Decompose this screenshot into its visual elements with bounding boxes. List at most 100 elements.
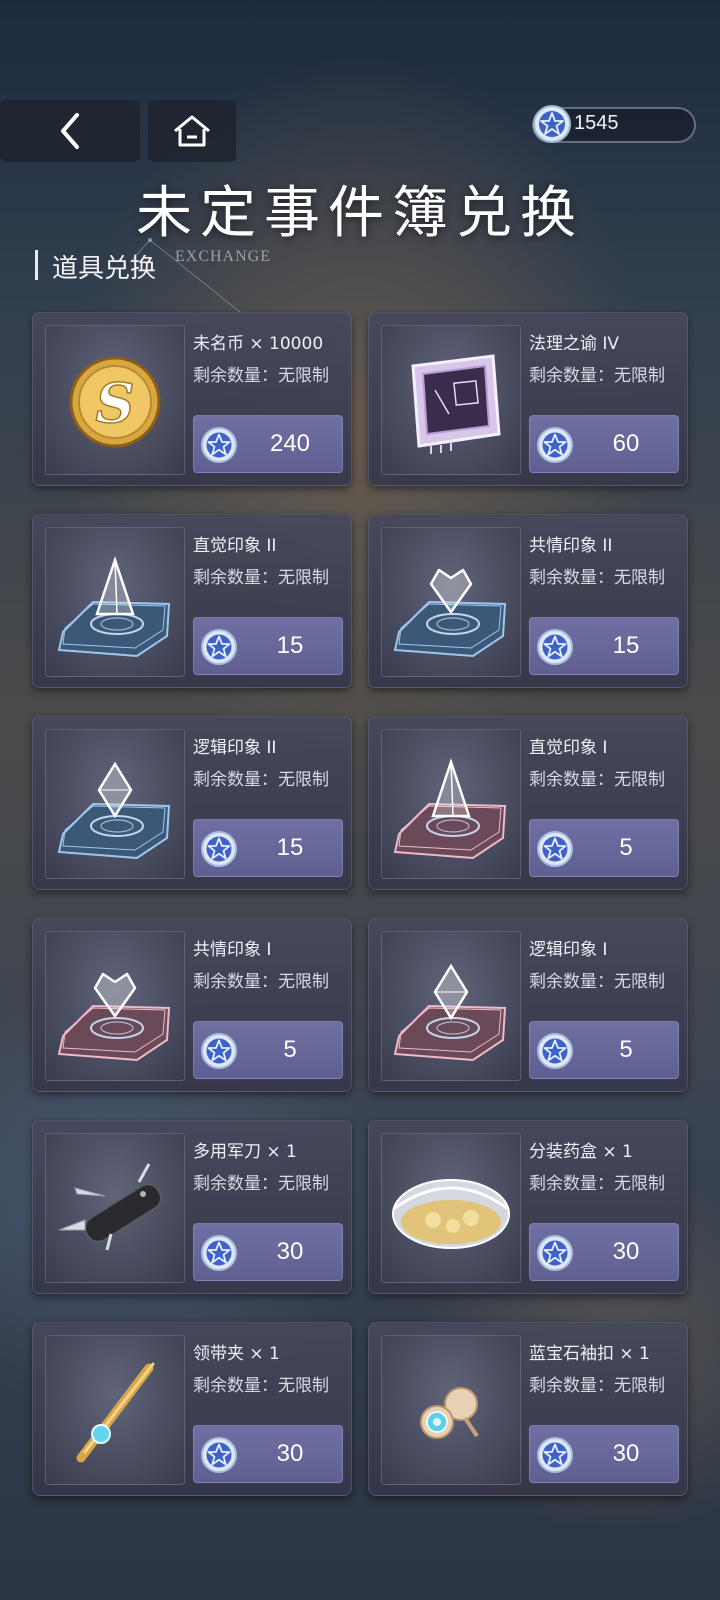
item-price: 30 <box>612 1238 640 1265</box>
item-name: 直觉印象 II <box>193 536 277 556</box>
exchange-card[interactable]: 共情印象 II 剩余数量：无限制 15 <box>368 514 688 688</box>
exchange-price-button[interactable]: 5 <box>529 819 679 877</box>
exchange-price-button[interactable]: 30 <box>193 1223 343 1281</box>
chip-icon <box>381 330 521 470</box>
item-name: 未名币 × 10000 <box>193 334 324 354</box>
item-name: 直觉印象 I <box>529 738 608 758</box>
item-price: 30 <box>276 1440 304 1467</box>
item-stock: 剩余数量：无限制 <box>193 568 329 588</box>
pocket-knife-icon <box>45 1138 185 1278</box>
exchange-price-button[interactable]: 15 <box>193 819 343 877</box>
item-stock: 剩余数量：无限制 <box>193 770 329 790</box>
item-price: 60 <box>612 430 640 457</box>
item-image-frame: S <box>45 325 185 475</box>
item-image-frame <box>45 1133 185 1283</box>
pill-case-icon <box>381 1138 521 1278</box>
star-coin-icon <box>537 831 573 867</box>
exchange-price-button[interactable]: 30 <box>193 1425 343 1483</box>
item-image-frame <box>381 1133 521 1283</box>
item-stock: 剩余数量：无限制 <box>529 568 665 588</box>
item-stock: 剩余数量：无限制 <box>193 366 329 386</box>
star-coin-icon <box>537 1437 573 1473</box>
exchange-card[interactable]: 逻辑印象 I 剩余数量：无限制 5 <box>368 918 688 1092</box>
section-marker <box>35 250 38 280</box>
item-stock: 剩余数量：无限制 <box>193 972 329 992</box>
item-image-frame <box>45 1335 185 1485</box>
exchange-card[interactable]: 直觉印象 I 剩余数量：无限制 5 <box>368 716 688 890</box>
item-image-frame <box>381 1335 521 1485</box>
exchange-card[interactable]: 蓝宝石袖扣 × 1 剩余数量：无限制 30 <box>368 1322 688 1496</box>
star-coin-icon <box>201 831 237 867</box>
exchange-price-button[interactable]: 15 <box>193 617 343 675</box>
exchange-card[interactable]: 逻辑印象 II 剩余数量：无限制 15 <box>32 716 352 890</box>
star-coin-icon <box>201 427 237 463</box>
item-stock: 剩余数量：无限制 <box>193 1376 329 1396</box>
item-image-frame <box>381 325 521 475</box>
exchange-price-button[interactable]: 30 <box>529 1223 679 1281</box>
back-button[interactable] <box>0 100 140 162</box>
exchange-card[interactable]: 法理之谕 IV 剩余数量：无限制 60 <box>368 312 688 486</box>
item-name: 领带夹 × 1 <box>193 1344 280 1364</box>
item-name: 蓝宝石袖扣 × 1 <box>529 1344 650 1364</box>
section-subtitle: EXCHANGE <box>175 248 271 265</box>
star-coin-icon <box>201 1033 237 1069</box>
item-price: 15 <box>612 632 640 659</box>
tie-clip-icon <box>45 1340 185 1480</box>
item-price: 5 <box>619 1036 633 1063</box>
item-name: 逻辑印象 I <box>529 940 608 960</box>
page-title: 未定事件簿兑换 <box>136 181 584 246</box>
home-icon <box>174 115 210 147</box>
item-name: 分装药盒 × 1 <box>529 1142 633 1162</box>
star-coin-icon <box>537 629 573 665</box>
item-stock: 剩余数量：无限制 <box>529 1174 665 1194</box>
exchange-card[interactable]: 多用军刀 × 1 剩余数量：无限制 30 <box>32 1120 352 1294</box>
star-coin-icon <box>533 105 571 143</box>
exchange-card[interactable]: 领带夹 × 1 剩余数量：无限制 30 <box>32 1322 352 1496</box>
pink-heart-impression-icon <box>45 936 185 1076</box>
pink-pyramid-impression-icon <box>381 734 521 874</box>
exchange-card[interactable]: 直觉印象 II 剩余数量：无限制 15 <box>32 514 352 688</box>
star-coin-icon <box>201 629 237 665</box>
item-image-frame <box>45 527 185 677</box>
star-coin-icon <box>201 1235 237 1271</box>
currency-value: 1545 <box>574 112 619 134</box>
exchange-price-button[interactable]: 30 <box>529 1425 679 1483</box>
item-stock: 剩余数量：无限制 <box>529 972 665 992</box>
exchange-price-button[interactable]: 15 <box>529 617 679 675</box>
item-image-frame <box>45 729 185 879</box>
item-image-frame <box>45 931 185 1081</box>
item-name: 共情印象 II <box>529 536 613 556</box>
item-name: 法理之谕 IV <box>529 334 620 354</box>
exchange-card[interactable]: 分装药盒 × 1 剩余数量：无限制 30 <box>368 1120 688 1294</box>
exchange-card[interactable]: S 未名币 × 10000 剩余数量：无限制 240 <box>32 312 352 486</box>
exchange-card[interactable]: 共情印象 I 剩余数量：无限制 5 <box>32 918 352 1092</box>
exchange-price-button[interactable]: 5 <box>529 1021 679 1079</box>
star-coin-icon <box>537 1235 573 1271</box>
item-name: 多用军刀 × 1 <box>193 1142 297 1162</box>
pink-diamond-impression-icon <box>381 936 521 1076</box>
item-image-frame <box>381 931 521 1081</box>
star-coin-icon <box>537 1033 573 1069</box>
exchange-price-button[interactable]: 240 <box>193 415 343 473</box>
item-price: 15 <box>276 632 304 659</box>
exchange-grid: S 未名币 × 10000 剩余数量：无限制 240 法理之谕 IV 剩余数量：… <box>32 312 688 1496</box>
exchange-price-button[interactable]: 60 <box>529 415 679 473</box>
item-price: 240 <box>269 430 311 457</box>
blue-diamond-impression-icon <box>45 734 185 874</box>
item-name: 逻辑印象 II <box>193 738 277 758</box>
item-stock: 剩余数量：无限制 <box>529 770 665 790</box>
item-stock: 剩余数量：无限制 <box>193 1174 329 1194</box>
exchange-price-button[interactable]: 5 <box>193 1021 343 1079</box>
home-button[interactable] <box>148 100 236 162</box>
star-coin-icon <box>537 427 573 463</box>
section-title: 道具兑换 <box>52 254 157 284</box>
item-price: 5 <box>619 834 633 861</box>
star-coin-icon <box>201 1437 237 1473</box>
blue-heart-impression-icon <box>381 532 521 672</box>
chevron-left-icon <box>61 113 79 149</box>
item-price: 30 <box>276 1238 304 1265</box>
item-stock: 剩余数量：无限制 <box>529 366 665 386</box>
item-name: 共情印象 I <box>193 940 272 960</box>
sapphire-cufflinks-icon <box>381 1340 521 1480</box>
item-stock: 剩余数量：无限制 <box>529 1376 665 1396</box>
